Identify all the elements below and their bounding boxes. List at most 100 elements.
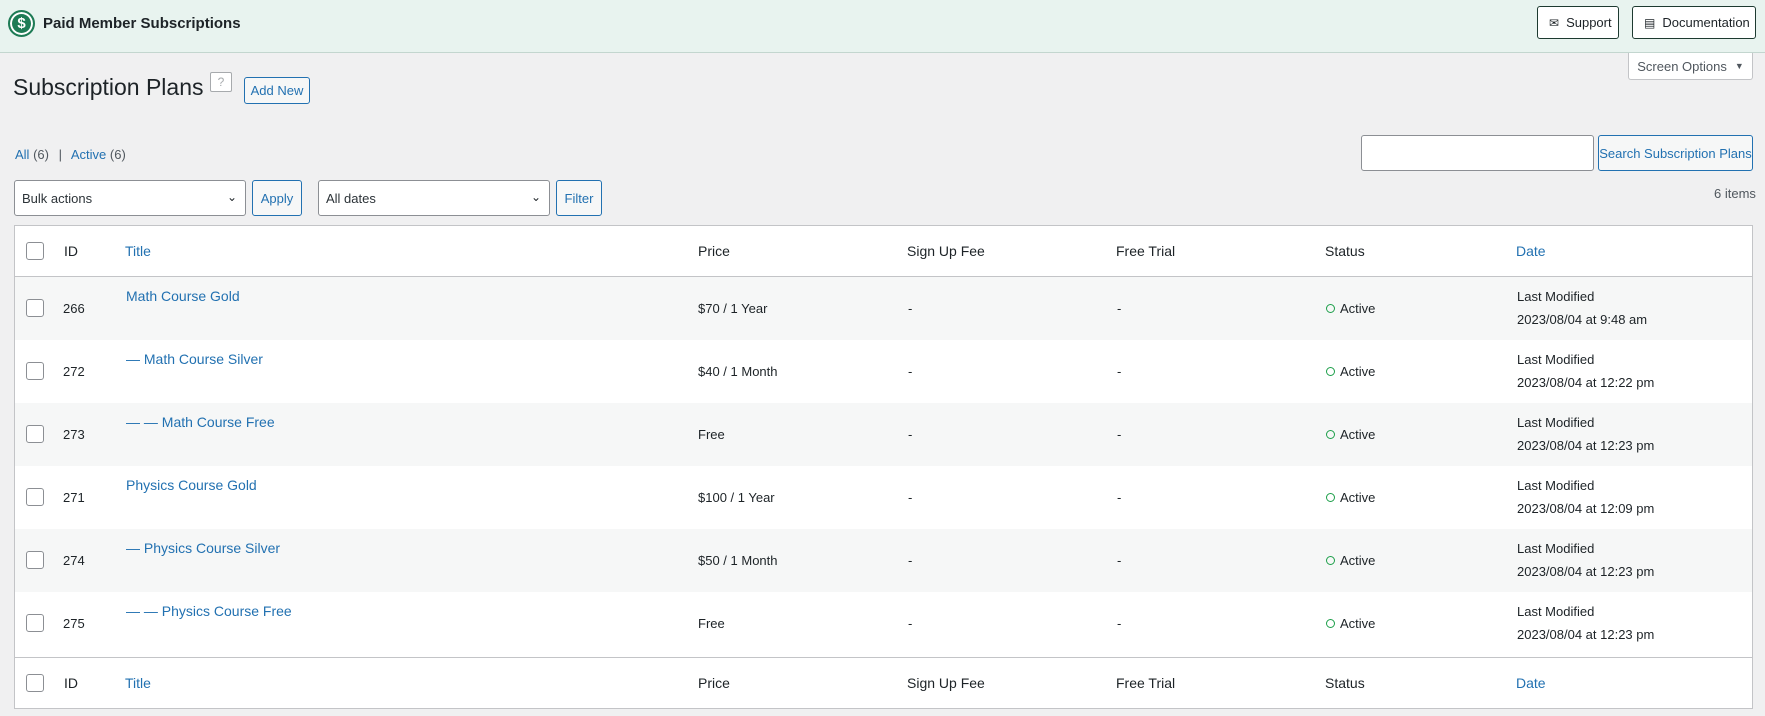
apply-button[interactable]: Apply xyxy=(252,180,302,216)
row-status-label: Active xyxy=(1340,490,1376,505)
row-date-label: Last Modified xyxy=(1517,478,1595,493)
column-header-title[interactable]: Title xyxy=(125,243,151,259)
row-status: Active xyxy=(1326,616,1375,631)
status-active-icon xyxy=(1326,367,1335,376)
table-row: 273 — — Math Course Free Free - - Active… xyxy=(15,403,1752,466)
add-new-button[interactable]: Add New xyxy=(244,77,310,104)
row-checkbox[interactable] xyxy=(26,362,44,380)
row-title-link[interactable]: — — Physics Course Free xyxy=(126,603,292,619)
table-header: ID Title Price Sign Up Fee Free Trial St… xyxy=(15,226,1752,277)
column-header-price: Price xyxy=(698,243,730,259)
search-button[interactable]: Search Subscription Plans xyxy=(1598,135,1753,171)
row-date-label: Last Modified xyxy=(1517,289,1595,304)
row-free-trial: - xyxy=(1117,553,1122,568)
column-header-id: ID xyxy=(64,243,78,259)
row-status-label: Active xyxy=(1340,301,1376,316)
row-date-value: 2023/08/04 at 12:22 pm xyxy=(1517,375,1655,390)
row-checkbox[interactable] xyxy=(26,488,44,506)
brand: $ Paid Member Subscriptions xyxy=(8,10,241,37)
documentation-button[interactable]: ▤ Documentation xyxy=(1632,6,1756,39)
support-label: Support xyxy=(1566,15,1612,30)
plans-table: ID Title Price Sign Up Fee Free Trial St… xyxy=(14,225,1753,709)
column-footer-price: Price xyxy=(698,675,730,691)
row-date-value: 2023/08/04 at 9:48 am xyxy=(1517,312,1648,327)
bulk-actions-value: Bulk actions xyxy=(22,190,93,206)
envelope-icon: ✉ xyxy=(1549,15,1560,30)
row-price: $100 / 1 Year xyxy=(698,490,775,505)
view-filters: All (6) | Active (6) xyxy=(15,147,126,162)
view-all-link[interactable]: All xyxy=(15,147,29,162)
filter-button[interactable]: Filter xyxy=(556,180,602,216)
screen-options-button[interactable]: Screen Options ▼ xyxy=(1628,53,1753,80)
status-active-icon xyxy=(1326,556,1335,565)
column-footer-id: ID xyxy=(64,675,78,691)
column-footer-status: Status xyxy=(1325,675,1365,691)
row-id: 272 xyxy=(63,364,85,379)
column-footer-free-trial: Free Trial xyxy=(1116,675,1176,691)
column-footer-title[interactable]: Title xyxy=(125,675,151,691)
select-all-checkbox[interactable] xyxy=(26,674,44,692)
row-free-trial: - xyxy=(1117,490,1122,505)
row-id: 273 xyxy=(63,427,85,442)
row-checkbox[interactable] xyxy=(26,299,44,317)
row-id: 266 xyxy=(63,301,85,316)
row-status-label: Active xyxy=(1340,427,1376,442)
date-filter-value: All dates xyxy=(326,190,376,206)
row-price: Free xyxy=(698,427,725,442)
status-active-icon xyxy=(1326,430,1335,439)
row-date-label: Last Modified xyxy=(1517,415,1595,430)
row-date-label: Last Modified xyxy=(1517,352,1595,367)
row-date-value: 2023/08/04 at 12:23 pm xyxy=(1517,438,1655,453)
row-title-link[interactable]: — — Math Course Free xyxy=(126,414,275,430)
row-checkbox[interactable] xyxy=(26,551,44,569)
row-signup-fee: - xyxy=(908,427,913,442)
column-footer-signup-fee: Sign Up Fee xyxy=(907,675,985,691)
row-status-label: Active xyxy=(1340,616,1376,631)
row-title-link[interactable]: — Math Course Silver xyxy=(126,351,263,367)
row-date-label: Last Modified xyxy=(1517,604,1595,619)
row-title-link[interactable]: — Physics Course Silver xyxy=(126,540,280,556)
view-active-count: (6) xyxy=(109,147,126,162)
row-signup-fee: - xyxy=(908,553,913,568)
chevron-down-icon: ⌄ xyxy=(530,190,541,204)
row-price: $40 / 1 Month xyxy=(698,364,778,379)
screen-options-label: Screen Options xyxy=(1637,58,1727,74)
column-header-date[interactable]: Date xyxy=(1516,243,1546,259)
row-free-trial: - xyxy=(1117,616,1122,631)
row-status: Active xyxy=(1326,427,1375,442)
top-bar: $ Paid Member Subscriptions ✉ Support ▤ … xyxy=(0,0,1765,53)
column-header-free-trial: Free Trial xyxy=(1116,243,1176,259)
help-icon[interactable]: ? xyxy=(210,72,232,92)
status-active-icon xyxy=(1326,304,1335,313)
row-id: 275 xyxy=(63,616,85,631)
row-date-label: Last Modified xyxy=(1517,541,1595,556)
view-separator: | xyxy=(58,147,62,162)
view-active-link[interactable]: Active xyxy=(71,147,106,162)
status-active-icon xyxy=(1326,493,1335,502)
row-status-label: Active xyxy=(1340,364,1376,379)
row-checkbox[interactable] xyxy=(26,614,44,632)
brand-name: Paid Member Subscriptions xyxy=(43,15,241,32)
bulk-actions-select[interactable]: Bulk actions ⌄ xyxy=(14,180,246,216)
date-filter-select[interactable]: All dates ⌄ xyxy=(318,180,550,216)
row-id: 274 xyxy=(63,553,85,568)
search-input[interactable] xyxy=(1361,135,1594,171)
row-signup-fee: - xyxy=(908,301,913,316)
items-count: 6 items xyxy=(1714,186,1756,201)
table-row: 274 — Physics Course Silver $50 / 1 Mont… xyxy=(15,529,1752,592)
select-all-checkbox[interactable] xyxy=(26,242,44,260)
column-footer-date[interactable]: Date xyxy=(1516,675,1546,691)
column-header-status: Status xyxy=(1325,243,1365,259)
row-price: $50 / 1 Month xyxy=(698,553,778,568)
row-signup-fee: - xyxy=(908,364,913,379)
row-title-link[interactable]: Math Course Gold xyxy=(126,288,240,304)
chevron-down-icon: ⌄ xyxy=(226,190,237,204)
row-free-trial: - xyxy=(1117,427,1122,442)
table-row: 266 Math Course Gold $70 / 1 Year - - Ac… xyxy=(15,277,1752,340)
status-active-icon xyxy=(1326,619,1335,628)
row-status: Active xyxy=(1326,490,1375,505)
row-checkbox[interactable] xyxy=(26,425,44,443)
row-title-link[interactable]: Physics Course Gold xyxy=(126,477,257,493)
row-free-trial: - xyxy=(1117,364,1122,379)
support-button[interactable]: ✉ Support xyxy=(1537,6,1619,39)
